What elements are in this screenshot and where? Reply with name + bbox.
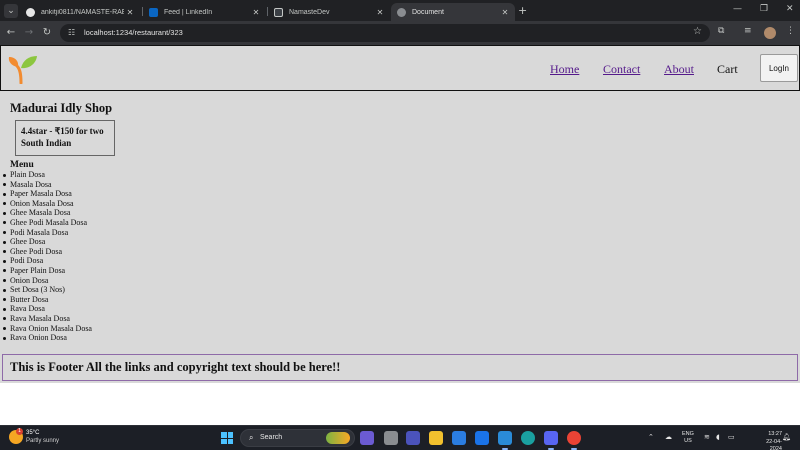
search-label: Search [260, 434, 283, 441]
weather-condition[interactable]: Partly sunny [26, 438, 59, 445]
leaf-logo-icon[interactable] [7, 54, 39, 84]
tab-linkedin[interactable]: Feed | LinkedIn ✕ [143, 3, 266, 21]
nav-link-about[interactable]: About [664, 62, 694, 77]
weather-temp[interactable]: 35°C [26, 430, 39, 437]
menu-item: Ghee Podi Masala Dosa [3, 218, 92, 228]
tray-chevron-icon[interactable]: ⌃ [648, 433, 654, 441]
back-arrow-icon[interactable]: ← [4, 26, 18, 40]
site-header: Home Contact About Cart LogIn [0, 45, 800, 91]
menu-item: Rava Dosa [3, 304, 92, 314]
globe-icon [397, 7, 406, 17]
reading-list-icon[interactable]: ≡ [744, 26, 752, 36]
reload-icon[interactable]: ↻ [40, 26, 54, 40]
menu-item: Ghee Podi Dosa [3, 247, 92, 257]
url-text[interactable]: localhost:1234/restaurant/323 [84, 27, 183, 39]
file-explorer-icon[interactable] [429, 431, 443, 445]
close-window-icon[interactable]: ✕ [786, 4, 794, 14]
tab-strip: ⌄ ankitji0811/NAMASTE-RAECT ✕ Feed | Lin… [0, 0, 800, 21]
site-footer: This is Footer All the links and copyrig… [2, 354, 798, 381]
system-clock[interactable]: 13:27 22-04-2024 [758, 431, 782, 450]
close-tab-icon[interactable]: ✕ [250, 8, 262, 17]
extensions-icon[interactable]: ⧉ [718, 26, 724, 36]
footer-area: This is Footer All the links and copyrig… [0, 353, 800, 383]
nav-link-home[interactable]: Home [550, 62, 579, 77]
restaurant-menu: Madurai Idly Shop 4.4star - ₹150 for two… [0, 91, 800, 353]
menu-item: Rava Onion Masala Dosa [3, 323, 92, 333]
windows-taskbar: 1 35°C Partly sunny ⌕ Search ⌃ ☁ ENG US … [0, 425, 800, 450]
nav-cart[interactable]: Cart [717, 62, 738, 77]
cuisine: South Indian [21, 138, 72, 148]
bookmark-star-icon[interactable]: ☆ [693, 26, 702, 37]
close-tab-icon[interactable]: ✕ [374, 8, 386, 17]
menu-item: Plain Dosa [3, 170, 92, 180]
menu-item: Ghee Dosa [3, 237, 92, 247]
battery-icon[interactable]: ▭ [728, 433, 735, 441]
notification-bell-icon[interactable]: 🔔︎ [782, 433, 791, 441]
menu-item: Masala Dosa [3, 180, 92, 190]
menu-item: Paper Masala Dosa [3, 189, 92, 199]
nav-link-contact[interactable]: Contact [603, 62, 640, 77]
search-icon: ⌕ [249, 433, 254, 442]
teams-icon[interactable] [406, 431, 420, 445]
copilot-icon[interactable] [360, 431, 374, 445]
namastedev-icon [274, 7, 283, 17]
tab-github[interactable]: ankitji0811/NAMASTE-RAECT ✕ [20, 3, 140, 21]
menu-item: Onion Dosa [3, 276, 92, 286]
task-view-icon[interactable] [384, 431, 398, 445]
language-indicator[interactable]: ENG US [682, 431, 694, 445]
browser-toolbar: ← → ↻ ☷ localhost:1234/restaurant/323 ☆ … [0, 21, 800, 45]
menu-item: Set Dosa (3 Nos) [3, 285, 92, 295]
address-bar[interactable]: ☷ localhost:1234/restaurant/323 ☆ [60, 24, 710, 42]
menu-list: Plain Dosa Masala Dosa Paper Masala Dosa On… [3, 170, 92, 343]
onedrive-icon[interactable]: ☁ [665, 433, 672, 441]
discord-icon[interactable] [544, 431, 558, 450]
taskbar-search[interactable]: ⌕ Search [240, 429, 355, 447]
mail-icon[interactable] [475, 431, 489, 445]
github-icon [26, 7, 35, 17]
store-icon[interactable] [452, 431, 466, 445]
menu-item: Onion Masala Dosa [3, 199, 92, 209]
tab-namastedev[interactable]: NamasteDev ✕ [268, 3, 390, 21]
menu-item: Podi Dosa [3, 256, 92, 266]
restaurant-info-card: 4.4star - ₹150 for two South Indian [15, 120, 115, 156]
menu-item: Rava Masala Dosa [3, 314, 92, 324]
forward-arrow-icon[interactable]: → [22, 26, 36, 40]
profile-avatar[interactable] [764, 27, 776, 39]
tab-document[interactable]: Document ✕ [391, 3, 515, 21]
menu-item: Paper Plain Dosa [3, 266, 92, 276]
menu-item: Rava Onion Dosa [3, 333, 92, 343]
weather-badge: 1 [16, 428, 23, 435]
vscode-icon[interactable] [498, 431, 512, 450]
footer-text: This is Footer All the links and copyrig… [10, 360, 341, 374]
minimize-icon[interactable]: — [733, 4, 742, 14]
menu-item: Butter Dosa [3, 295, 92, 305]
search-highlight-icon [326, 432, 350, 444]
chrome-icon[interactable] [567, 431, 581, 450]
rating-cost: 4.4star - ₹150 for two [21, 126, 104, 136]
tab-search-chevron-icon[interactable]: ⌄ [4, 4, 18, 18]
clock-time: 13:27 [768, 431, 782, 437]
menu-title: Menu [10, 160, 34, 170]
menu-item: Podi Masala Dosa [3, 228, 92, 238]
restore-icon[interactable]: ❐ [760, 4, 768, 14]
kebab-menu-icon[interactable]: ⋮ [786, 26, 795, 36]
page-viewport: Home Contact About Cart LogIn Madurai Id… [0, 45, 800, 425]
linkedin-icon [149, 7, 158, 17]
close-tab-icon[interactable]: ✕ [124, 8, 136, 17]
new-tab-button[interactable]: + [518, 4, 527, 17]
menu-item: Ghee Masala Dosa [3, 208, 92, 218]
site-info-icon[interactable]: ☷ [68, 28, 78, 38]
wifi-icon[interactable]: ≋ [704, 433, 710, 441]
close-tab-icon[interactable]: ✕ [499, 8, 511, 17]
edge-icon[interactable] [521, 431, 535, 445]
clock-date: 22-04-2024 [766, 438, 782, 450]
restaurant-name: Madurai Idly Shop [10, 101, 113, 115]
volume-icon[interactable]: ◖ [716, 433, 720, 441]
login-button[interactable]: LogIn [760, 54, 798, 82]
windows-start-icon[interactable] [221, 432, 233, 444]
